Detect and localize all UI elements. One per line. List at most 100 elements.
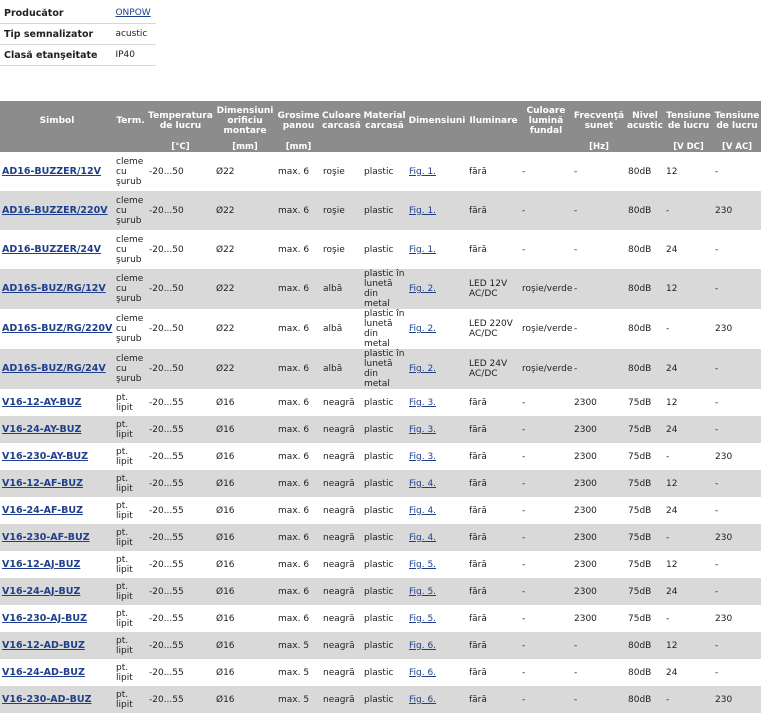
figure-link[interactable]: Fig. 2.	[409, 284, 436, 294]
product-link[interactable]: AD16S-BUZ/RG/220V	[2, 323, 112, 334]
cell-operating-temp: -20...55	[147, 416, 214, 443]
product-link[interactable]: V16-12-AD-BUZ	[2, 640, 85, 651]
cell-voltage-dc: 12	[664, 389, 713, 416]
cell-lighting: fără	[467, 551, 520, 578]
cell-sound-level: 80dB	[626, 191, 664, 230]
product-link[interactable]: AD16-BUZZER/24V	[2, 244, 101, 255]
figure-link[interactable]: Fig. 2.	[409, 364, 436, 374]
filter-value: IP40	[111, 44, 156, 66]
cell-symbol: V16-24-AJ-BUZ	[0, 578, 114, 605]
cell-voltage-dc: -	[664, 686, 713, 713]
figure-link[interactable]: Fig. 4.	[409, 533, 436, 543]
table-row: AD16-BUZZER/12V cleme cu şurub -20...50 Ø22…	[0, 152, 761, 191]
table-row: V16-24-AY-BUZ pt. lipit -20...55 Ø16 max. 6n…	[0, 416, 761, 443]
cell-lighting: fără	[467, 659, 520, 686]
figure-link[interactable]: Fig. 1.	[409, 167, 436, 177]
cell-panel-thickness: max. 6	[276, 152, 321, 191]
product-link[interactable]: V16-24-AF-BUZ	[2, 505, 83, 516]
figure-link[interactable]: Fig. 1.	[409, 206, 436, 216]
product-link[interactable]: AD16S-BUZ/RG/24V	[2, 363, 106, 374]
cell-panel-thickness: max. 5	[276, 659, 321, 686]
figure-link[interactable]: Fig. 3.	[409, 452, 436, 462]
cell-voltage-dc: 12	[664, 632, 713, 659]
product-link[interactable]: AD16-BUZZER/12V	[2, 166, 101, 177]
figure-link[interactable]: Fig. 5.	[409, 560, 436, 570]
cell-terminal: pt. lipit	[114, 443, 147, 470]
column-unit-voltage-ac: [V AC]	[713, 141, 761, 152]
product-link[interactable]: V16-24-AD-BUZ	[2, 667, 85, 678]
cell-symbol: V16-230-AJ-BUZ	[0, 605, 114, 632]
figure-link[interactable]: Fig. 6.	[409, 668, 436, 678]
cell-lighting: fără	[467, 578, 520, 605]
cell-lighting: fără	[467, 605, 520, 632]
cell-housing-material: plastic	[362, 686, 407, 713]
filter-row-ip-class: Clasă etanşeitate IP40	[0, 44, 156, 66]
cell-sound-level: 80dB	[626, 152, 664, 191]
column-header-symbol: Simbol	[0, 101, 114, 141]
figure-link[interactable]: Fig. 2.	[409, 324, 436, 334]
cell-housing-color: neagră	[321, 659, 362, 686]
table-row: V16-24-AF-BUZ pt. lipit -20...55 Ø16 max. 6n…	[0, 497, 761, 524]
product-link[interactable]: V16-24-AY-BUZ	[2, 424, 81, 435]
column-header-panel-thickness: Grosime panou	[276, 101, 321, 141]
figure-link[interactable]: Fig. 6.	[409, 641, 436, 651]
cell-terminal: cleme cu şurub	[114, 309, 147, 349]
cell-sound-level: 75dB	[626, 416, 664, 443]
cell-sound-frequency: -	[572, 349, 626, 389]
cell-operating-temp: -20...50	[147, 152, 214, 191]
product-link[interactable]: V16-12-AJ-BUZ	[2, 559, 80, 570]
cell-dimensions: Fig. 4.	[407, 524, 467, 551]
cell-symbol: V16-230-AF-BUZ	[0, 524, 114, 551]
table-row: V16-12-AY-BUZ pt. lipit -20...55 Ø16 max. 6n…	[0, 389, 761, 416]
product-link[interactable]: AD16-BUZZER/220V	[2, 205, 108, 216]
figure-link[interactable]: Fig. 4.	[409, 479, 436, 489]
cell-housing-material: plastic	[362, 416, 407, 443]
figure-link[interactable]: Fig. 4.	[409, 506, 436, 516]
product-link[interactable]: AD16S-BUZ/RG/12V	[2, 283, 106, 294]
cell-sound-frequency: 2300	[572, 578, 626, 605]
product-link[interactable]: V16-12-AF-BUZ	[2, 478, 83, 489]
cell-backlight-color: -	[520, 191, 572, 230]
filter-label: Producător	[0, 3, 112, 24]
cell-housing-color: roşie	[321, 191, 362, 230]
product-link[interactable]: V16-12-AY-BUZ	[2, 397, 81, 408]
cell-symbol: V16-230-AY-BUZ	[0, 443, 114, 470]
cell-voltage-dc: 24	[664, 230, 713, 269]
product-link[interactable]: V16-230-AY-BUZ	[2, 451, 88, 462]
table-row: V16-12-AF-BUZ pt. lipit -20...55 Ø16 max. 6n…	[0, 470, 761, 497]
cell-voltage-ac: 230	[713, 443, 761, 470]
cell-voltage-dc: 12	[664, 551, 713, 578]
cell-housing-material: plastic	[362, 443, 407, 470]
cell-sound-frequency: -	[572, 152, 626, 191]
product-link[interactable]: V16-230-AD-BUZ	[2, 694, 92, 705]
figure-link[interactable]: Fig. 1.	[409, 245, 436, 255]
cell-lighting: LED 24V AC/DC	[467, 349, 520, 389]
column-unit-backlight-color	[520, 141, 572, 152]
cell-voltage-ac: -	[713, 389, 761, 416]
cell-sound-frequency: -	[572, 230, 626, 269]
figure-link[interactable]: Fig. 3.	[409, 398, 436, 408]
figure-link[interactable]: Fig. 3.	[409, 425, 436, 435]
cell-sound-level: 75dB	[626, 389, 664, 416]
product-link[interactable]: V16-24-AJ-BUZ	[2, 586, 80, 597]
cell-voltage-ac: -	[713, 269, 761, 309]
figure-link[interactable]: Fig. 6.	[409, 695, 436, 705]
cell-dimensions: Fig. 4.	[407, 470, 467, 497]
figure-link[interactable]: Fig. 5.	[409, 614, 436, 624]
cell-backlight-color: -	[520, 605, 572, 632]
cell-mounting-hole: Ø16	[214, 416, 276, 443]
cell-panel-thickness: max. 6	[276, 443, 321, 470]
cell-voltage-dc: 24	[664, 349, 713, 389]
cell-sound-frequency: -	[572, 309, 626, 349]
cell-symbol: V16-24-AY-BUZ	[0, 416, 114, 443]
cell-operating-temp: -20...55	[147, 443, 214, 470]
producer-link[interactable]: ONPOW	[115, 8, 150, 18]
cell-operating-temp: -20...55	[147, 632, 214, 659]
cell-panel-thickness: max. 6	[276, 578, 321, 605]
cell-mounting-hole: Ø16	[214, 686, 276, 713]
product-link[interactable]: V16-230-AF-BUZ	[2, 532, 90, 543]
product-link[interactable]: V16-230-AJ-BUZ	[2, 613, 87, 624]
cell-housing-color: albă	[321, 309, 362, 349]
cell-operating-temp: -20...55	[147, 578, 214, 605]
figure-link[interactable]: Fig. 5.	[409, 587, 436, 597]
